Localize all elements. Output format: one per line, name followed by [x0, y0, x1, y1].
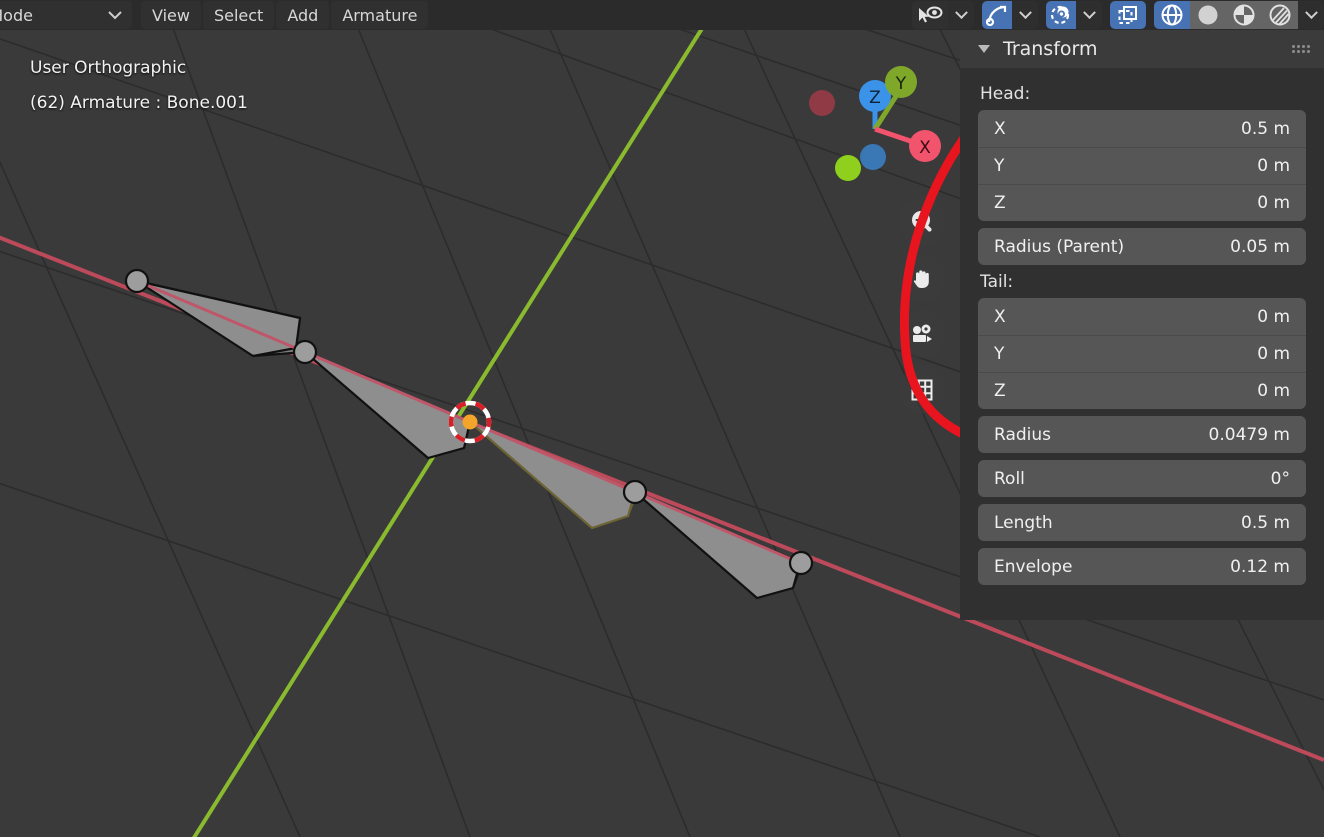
drag-grip-icon[interactable]: [1292, 45, 1310, 53]
negative-y-ball: [835, 155, 861, 181]
tail-roll-group: Roll 0°: [978, 460, 1306, 497]
field-key: Length: [994, 512, 1053, 533]
svg-text:Z: Z: [869, 88, 881, 108]
field-value: 0.5 m: [1241, 118, 1290, 139]
snap-magnet-icon[interactable]: [982, 1, 1012, 29]
field-value: 0°: [1270, 468, 1290, 489]
field-tail-roll[interactable]: Roll 0°: [978, 460, 1306, 497]
field-tail-length[interactable]: Length 0.5 m: [978, 504, 1306, 541]
field-tail-z[interactable]: Z 0 m: [978, 372, 1306, 409]
xray-group: [1110, 1, 1146, 29]
field-tail-y[interactable]: Y 0 m: [978, 335, 1306, 372]
viewport-header: t Mode View Select Add Armature: [0, 0, 1324, 30]
field-tail-x[interactable]: X 0 m: [978, 298, 1306, 335]
tail-xyz-group: X 0 m Y 0 m Z 0 m: [978, 298, 1306, 409]
armature-bones: [124, 268, 814, 600]
field-value: 0.12 m: [1230, 556, 1290, 577]
visibility-dropdown[interactable]: [948, 1, 974, 29]
section-label-head: Head:: [980, 84, 1031, 104]
field-value: 0 m: [1257, 306, 1290, 327]
field-value: 0 m: [1257, 156, 1290, 176]
proportional-dropdown[interactable]: [1076, 1, 1102, 29]
field-head-z[interactable]: Z 0 m: [978, 184, 1306, 221]
object-info-label: (62) Armature : Bone.001: [30, 93, 248, 113]
viewport-nav-buttons: [898, 198, 948, 414]
chevron-down-icon: [86, 10, 122, 20]
field-tail-envelope[interactable]: Envelope 0.12 m: [978, 548, 1306, 585]
menu-select[interactable]: Select: [202, 1, 275, 29]
proportional-group: [1046, 1, 1102, 29]
field-key: Z: [994, 381, 1006, 401]
snap-dropdown[interactable]: [1012, 1, 1038, 29]
field-value: 0.05 m: [1230, 236, 1290, 257]
panel-title: Transform: [1003, 38, 1098, 60]
field-key: Y: [994, 344, 1005, 364]
head-xyz-group: X 0.5 m Y 0 m Z 0 m: [978, 110, 1306, 221]
panel-header[interactable]: Transform: [960, 30, 1324, 68]
field-value: 0 m: [1257, 193, 1290, 213]
field-head-y[interactable]: Y 0 m: [978, 147, 1306, 184]
negative-z-ball: [860, 144, 886, 170]
proportional-editing-icon[interactable]: [1046, 1, 1076, 29]
field-value: 0.0479 m: [1208, 424, 1290, 445]
xray-toggle-icon[interactable]: [1110, 1, 1146, 29]
field-key: Roll: [994, 468, 1025, 489]
menu-add[interactable]: Add: [276, 1, 330, 29]
menu-bar: View Select Add Armature: [141, 1, 429, 29]
field-key: X: [994, 118, 1006, 139]
pan-button[interactable]: [898, 254, 946, 302]
visibility-selectability-icon[interactable]: [912, 1, 948, 29]
field-key: Radius: [994, 424, 1052, 445]
svg-text:X: X: [919, 138, 931, 158]
section-label-tail: Tail:: [980, 272, 1014, 292]
shading-wireframe-icon[interactable]: [1154, 1, 1190, 29]
snap-group: [982, 1, 1038, 29]
field-tail-radius[interactable]: Radius 0.0479 m: [978, 416, 1306, 453]
transform-panel: Transform Head: X 0.5 m Y 0 m Z 0 m Radi…: [960, 30, 1324, 620]
field-value: 0 m: [1257, 344, 1290, 364]
tail-length-group: Length 0.5 m: [978, 504, 1306, 541]
field-key: Envelope: [994, 556, 1073, 577]
shading-material-preview-icon[interactable]: [1226, 1, 1262, 29]
field-value: 0.5 m: [1241, 512, 1290, 533]
field-value: 0 m: [1257, 381, 1290, 401]
mode-selector[interactable]: t Mode: [0, 1, 132, 29]
field-key: Z: [994, 193, 1006, 213]
shading-solid-icon[interactable]: [1190, 1, 1226, 29]
shading-dropdown[interactable]: [1298, 1, 1324, 29]
field-head-radius-parent[interactable]: Radius (Parent) 0.05 m: [978, 228, 1306, 265]
shading-modes-group: [1154, 1, 1324, 29]
negative-x-ball: [809, 90, 835, 116]
field-key: Radius (Parent): [994, 236, 1125, 257]
triangle-down-icon[interactable]: [978, 45, 990, 53]
menu-armature[interactable]: Armature: [331, 1, 429, 29]
field-head-x[interactable]: X 0.5 m: [978, 110, 1306, 147]
mode-label: t Mode: [0, 5, 33, 25]
tail-radius-group: Radius 0.0479 m: [978, 416, 1306, 453]
toggle-projection-button[interactable]: [898, 366, 946, 414]
navigation-gizmo[interactable]: Z Y X: [800, 58, 950, 193]
head-radius-group: Radius (Parent) 0.05 m: [978, 228, 1306, 265]
camera-view-button[interactable]: [898, 310, 946, 358]
zoom-button[interactable]: [898, 198, 946, 246]
shading-rendered-icon[interactable]: [1262, 1, 1298, 29]
field-key: X: [994, 306, 1006, 327]
field-key: Y: [994, 156, 1005, 176]
visibility-group: [912, 1, 974, 29]
menu-view[interactable]: View: [141, 1, 201, 29]
view-name-label: User Orthographic: [30, 58, 187, 78]
tail-envelope-group: Envelope 0.12 m: [978, 548, 1306, 585]
svg-text:Y: Y: [895, 74, 907, 94]
